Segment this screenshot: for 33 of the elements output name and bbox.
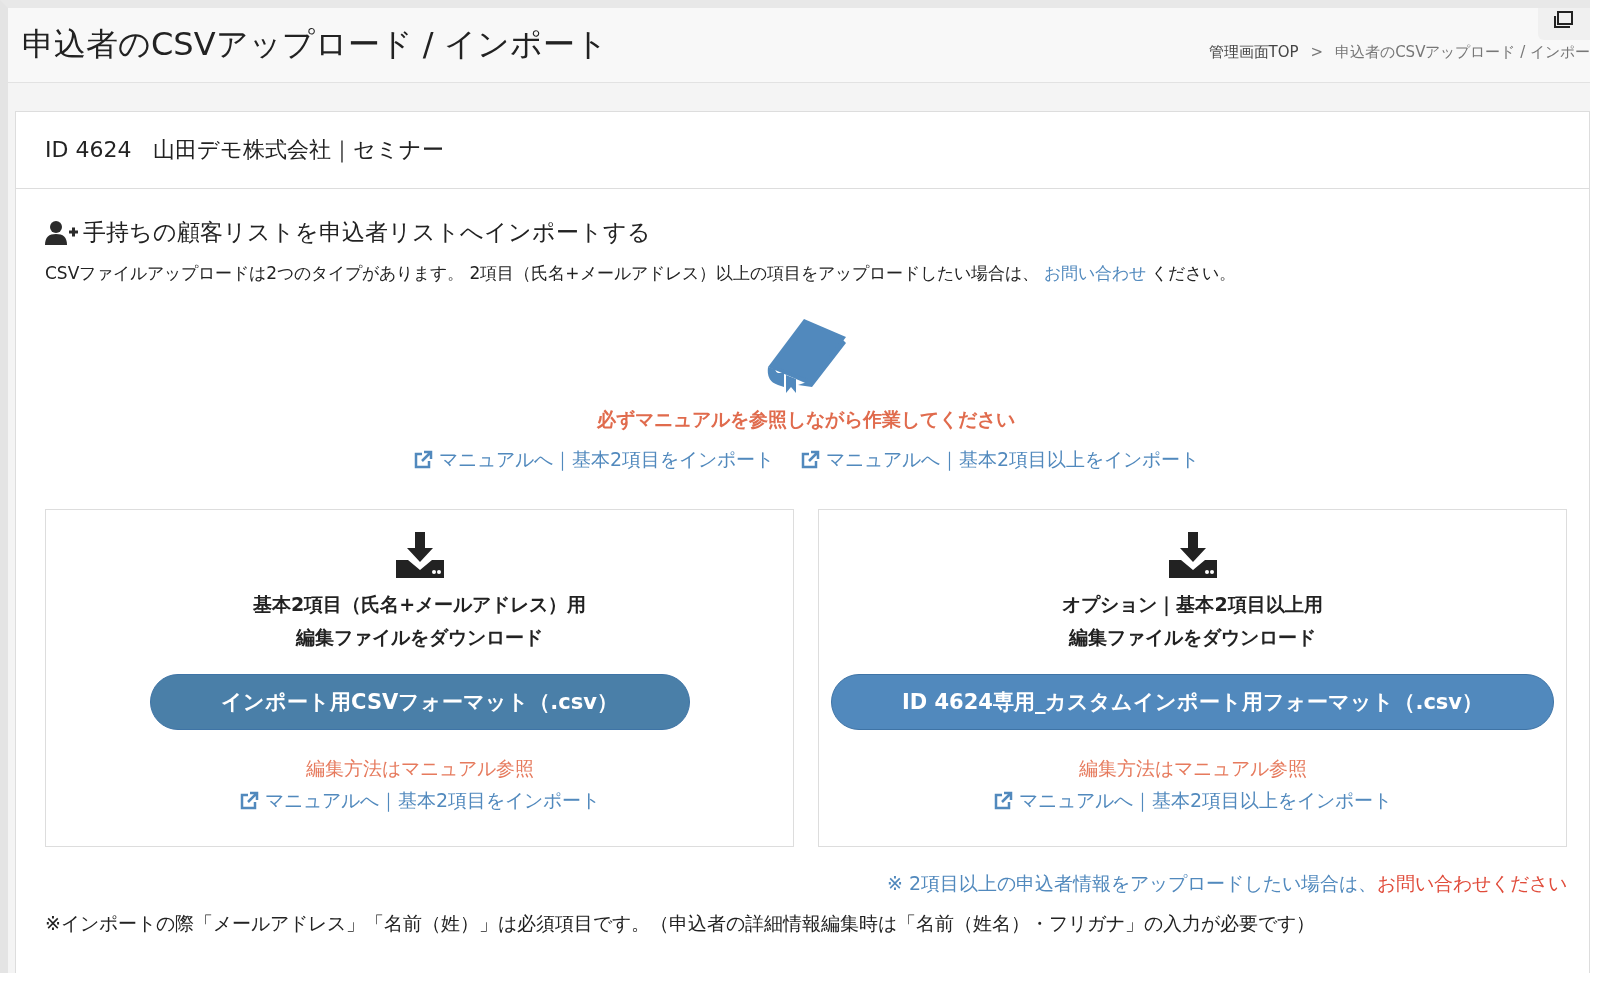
download-button[interactable]: インポート用CSVフォーマット（.csv）: [149, 674, 690, 730]
external-link-icon: [800, 450, 820, 470]
upload-note: ※ 2項目以上の申込者情報をアップロードしたい場合は、お問い合わせください: [885, 871, 1567, 896]
footnote: ※インポートの際「メールアドレス」「名前（姓）」は必須項目です。（申込者の詳細情報編集時は「名前（姓名）・フリガナ」の入力が必要です）: [45, 911, 1316, 936]
external-link-icon: [992, 791, 1013, 811]
manual-link[interactable]: マニュアルへ｜基本2項目以上をインポート: [800, 447, 1200, 473]
copy-button[interactable]: [1538, 8, 1590, 40]
user-plus-icon: [45, 219, 79, 246]
external-link-icon: [238, 791, 259, 811]
manual-link[interactable]: マニュアルへ｜基本2項目をインポート: [238, 788, 601, 814]
breadcrumb-separator: >: [1310, 43, 1324, 62]
manual-link[interactable]: マニュアルへ｜基本2項目をインポート: [412, 447, 774, 473]
intro-text: CSVファイルアップロードは2つのタイプがあります。 2項目（氏名+メールアドレス）以上の項目をアップロードしたい場合は、 お問い合わせ ください。: [45, 262, 1238, 285]
manual-note: 編集方法はマニュアル参照: [1078, 756, 1307, 781]
external-link-icon: [412, 450, 433, 470]
panel-title: オプション｜基本2項目以上用: [1062, 592, 1323, 618]
download-icon: [1168, 532, 1217, 578]
panel-title: 編集ファイルをダウンロード: [294, 625, 544, 650]
panel-title: 基本2項目（氏名+メールアドレス）用: [252, 592, 587, 617]
download-icon: [395, 532, 444, 578]
copy-icon: [1553, 10, 1575, 30]
breadcrumb-link[interactable]: 申込者のCSVアップロード / インポー: [1335, 43, 1590, 62]
breadcrumb-link[interactable]: 管理画面TOP: [1208, 43, 1299, 62]
download-button[interactable]: ID 4624専用_カスタムインポート用フォーマット（.csv）: [830, 674, 1555, 730]
contact-link[interactable]: お問い合わせ: [1044, 263, 1146, 283]
panel-title: 編集ファイルをダウンロード: [1067, 625, 1317, 650]
section-heading: 手持ちの顧客リストを申込者リストへインポートする: [83, 218, 651, 247]
warning-text: 必ずマニュアルを参照しながら作業してください: [597, 407, 1015, 432]
page-title: 申込者のCSVアップロード / インポート: [22, 24, 608, 65]
manual-note: 編集方法はマニュアル参照: [305, 756, 534, 781]
manual-link[interactable]: マニュアルへ｜基本2項目以上をインポート: [992, 788, 1393, 814]
card-title: ID 4624 山田デモ株式会社｜セミナー: [45, 136, 445, 165]
contact-link[interactable]: お問い合わせください: [1377, 872, 1567, 894]
